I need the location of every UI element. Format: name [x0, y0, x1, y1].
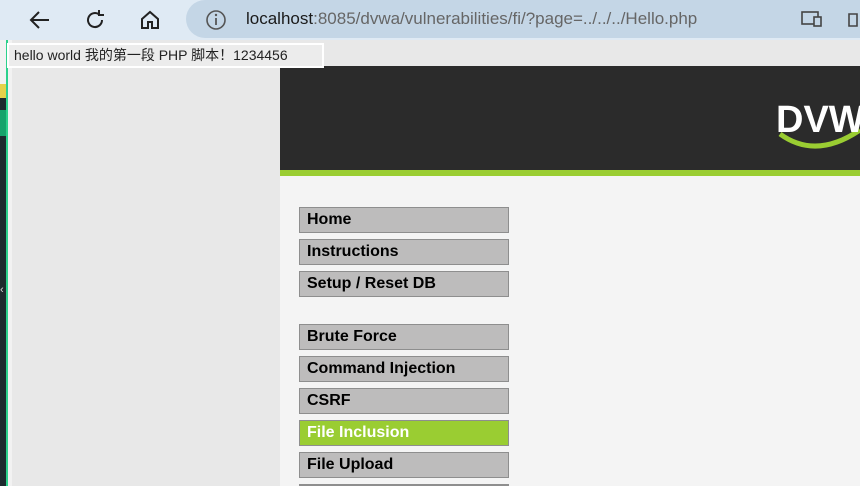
home-icon	[141, 10, 159, 29]
svg-text:DVWA: DVWA	[776, 99, 860, 141]
menu-item-file-inclusion[interactable]: File Inclusion	[299, 420, 509, 446]
menu-item-setup[interactable]: Setup / Reset DB	[299, 271, 509, 297]
home-button[interactable]	[135, 5, 165, 35]
back-button[interactable]	[25, 5, 55, 35]
menu-item-file-upload[interactable]: File Upload	[299, 452, 509, 478]
url-path: :8085/dvwa/vulnerabilities/fi/?page=../.…	[313, 9, 698, 28]
reload-button[interactable]	[80, 5, 110, 35]
screen-cast-icon[interactable]	[801, 10, 823, 28]
info-icon[interactable]	[205, 9, 227, 31]
extensions-icon[interactable]	[847, 10, 860, 28]
url-text[interactable]: localhost:8085/dvwa/vulnerabilities/fi/?…	[246, 8, 697, 30]
browser-toolbar: localhost:8085/dvwa/vulnerabilities/fi/?…	[0, 0, 860, 40]
collapse-icon[interactable]: ‹	[0, 284, 8, 296]
edge-line	[6, 40, 8, 486]
url-host: localhost	[246, 9, 314, 28]
dvwa-header: DVWA	[280, 66, 860, 176]
php-output-text: hello world 我的第一段 PHP 脚本！1234456	[7, 43, 324, 68]
menu-item-command-injection[interactable]: Command Injection	[299, 356, 509, 382]
back-arrow-icon	[29, 11, 49, 29]
reload-icon	[87, 10, 104, 29]
menu-item-csrf[interactable]: CSRF	[299, 388, 509, 414]
dvwa-logo: DVWA	[776, 99, 860, 149]
menu-item-home[interactable]: Home	[299, 207, 509, 233]
menu-item-brute-force[interactable]: Brute Force	[299, 324, 509, 350]
menu-item-instructions[interactable]: Instructions	[299, 239, 509, 265]
